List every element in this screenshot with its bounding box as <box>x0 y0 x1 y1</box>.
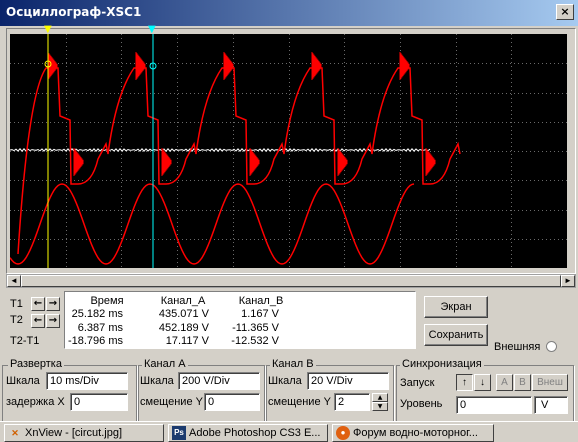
readout-header-cha: Канал_A <box>160 295 206 307</box>
external-label: Внешняя <box>494 341 541 353</box>
cursor-readout: Время Канал_A Канал_B 25.182 ms 435.071 … <box>64 291 416 349</box>
offset-up-icon[interactable]: ▲ <box>372 393 388 402</box>
t2-label: T2 <box>10 314 23 326</box>
title-bar: Осциллограф-XSC1 × <box>0 0 578 26</box>
trigger-title: Синхронизация <box>400 358 484 370</box>
photoshop-icon: Ps <box>172 426 186 440</box>
channel-a-title: Канал А <box>142 358 188 370</box>
readout-header-time: Время <box>90 295 124 307</box>
waveform-display <box>9 34 567 268</box>
taskbar: ✕ XnView - [circut.jpg] Ps Adobe Photosh… <box>0 421 578 442</box>
scroll-thumb[interactable] <box>21 275 561 287</box>
timebase-delay-input[interactable]: 0 <box>70 393 128 411</box>
screen-button[interactable]: Экран <box>424 296 488 318</box>
taskbar-item-xnview[interactable]: ✕ XnView - [circut.jpg] <box>4 424 164 442</box>
ringing-spikes <box>47 52 436 176</box>
rising-edge-icon[interactable]: ↑ <box>456 374 473 391</box>
scroll-left-icon[interactable]: ◄ <box>7 275 21 287</box>
channel-a-scale-label: Шкала <box>140 375 174 387</box>
channel-a-offset-label: смещение Y <box>140 396 203 408</box>
t1-right-arrow-icon[interactable]: → <box>46 297 60 311</box>
readout-t1-time: 25.182 ms <box>71 308 123 320</box>
readout-t1-chb: 1.167 V <box>241 308 279 320</box>
channel-b-scale-input[interactable]: 20 V/Div <box>307 372 389 390</box>
scope-screen[interactable] <box>9 34 567 268</box>
t2-t1-label: T2-T1 <box>10 335 40 347</box>
cursor-t1-handle[interactable]: ▼ <box>44 24 52 35</box>
close-button[interactable]: × <box>556 4 574 20</box>
falling-edge-icon[interactable]: ↓ <box>474 374 491 391</box>
trigger-level-label: Уровень <box>400 398 443 410</box>
horizontal-scrollbar[interactable]: ◄ ► <box>6 274 576 288</box>
firefox-icon: ● <box>336 426 350 440</box>
readout-t1-cha: 435.071 V <box>158 308 209 320</box>
timebase-delay-label: задержка X <box>6 396 65 408</box>
t1-label: T1 <box>10 298 23 310</box>
cursor-t2-handle[interactable]: ▼ <box>148 24 156 35</box>
t2-left-arrow-icon[interactable]: ← <box>31 314 45 328</box>
trigger-source-b-button[interactable]: B <box>514 374 531 391</box>
timebase-title: Развертка <box>8 358 64 370</box>
readout-diff-cha: 17.117 V <box>165 335 209 347</box>
save-button[interactable]: Сохранить <box>424 324 488 346</box>
scroll-right-icon[interactable]: ► <box>561 275 575 287</box>
readout-t2-cha: 452.189 V <box>158 322 209 334</box>
readout-diff-time: -18.796 ms <box>67 335 123 347</box>
xnview-icon: ✕ <box>11 428 19 438</box>
window-title: Осциллограф-XSC1 <box>6 5 142 19</box>
taskbar-item-label: Adobe Photoshop CS3 E... <box>189 427 321 439</box>
taskbar-item-label: XnView - [circut.jpg] <box>25 427 123 439</box>
trigger-level-input[interactable]: 0 <box>456 396 532 414</box>
channel-a-offset-input[interactable]: 0 <box>204 393 260 411</box>
channel-b-title: Канал В <box>270 358 316 370</box>
channel-b-offset-input[interactable]: 2 <box>334 393 370 411</box>
trigger-source-ext-button[interactable]: Внеш <box>532 374 568 391</box>
taskbar-item-firefox[interactable]: ● Форум водно-моторног... <box>332 424 494 442</box>
t2-right-arrow-icon[interactable]: → <box>46 314 60 328</box>
timebase-scale-input[interactable]: 10 ms/Div <box>46 372 128 390</box>
channel-b-offset-label: смещение Y <box>268 396 331 408</box>
offset-down-icon[interactable]: ▼ <box>372 402 388 411</box>
channel-a-sine-trace <box>9 183 415 265</box>
readout-diff-chb: -12.532 V <box>231 335 279 347</box>
trigger-level-unit[interactable]: V <box>534 396 568 414</box>
t1-left-arrow-icon[interactable]: ← <box>31 297 45 311</box>
channel-b-scale-label: Шкала <box>268 375 302 387</box>
channel-a-scale-input[interactable]: 200 V/Div <box>178 372 260 390</box>
readout-t2-time: 6.387 ms <box>77 322 123 334</box>
trigger-source-a-button[interactable]: A <box>496 374 513 391</box>
external-radio[interactable] <box>546 341 557 352</box>
timebase-scale-label: Шкала <box>6 375 40 387</box>
oscilloscope-window: Осциллограф-XSC1 × ▼ ▼ ◄ ► T1 T2 T2-T1 ←… <box>0 0 578 442</box>
trigger-edge-label: Запуск <box>400 377 435 389</box>
taskbar-item-photoshop[interactable]: Ps Adobe Photoshop CS3 E... <box>168 424 328 442</box>
taskbar-item-label: Форум водно-моторног... <box>353 427 478 439</box>
readout-t2-chb: -11.365 V <box>232 322 279 334</box>
readout-header-chb: Канал_B <box>238 295 284 307</box>
